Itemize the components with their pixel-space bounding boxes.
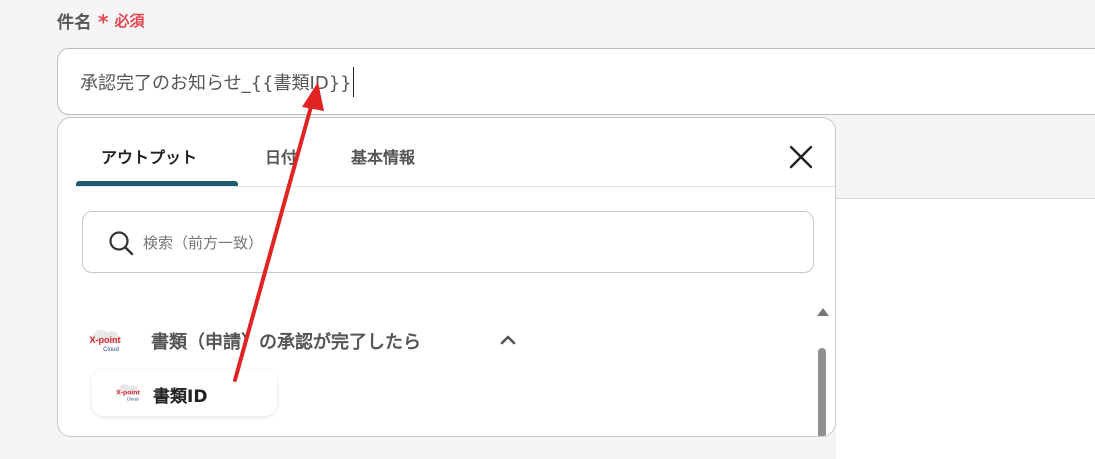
close-icon [789, 145, 813, 169]
output-item-label: 書類ID [153, 387, 208, 407]
search-icon [109, 231, 134, 256]
xpoint-logo-text: X-point [90, 335, 121, 345]
required-text: 必須 [114, 11, 145, 30]
tab-date[interactable]: 日付 [265, 144, 297, 168]
chevron-up-icon [500, 335, 516, 345]
tab-output[interactable]: アウトプット [101, 144, 197, 168]
section-title: 書類（申請）の承認が完了したら [151, 332, 421, 353]
close-button[interactable] [787, 143, 815, 171]
tab-basic-info[interactable]: 基本情報 [351, 144, 415, 168]
subject-input[interactable]: 承認完了のお知らせ_{{書類ID}} [57, 48, 1095, 115]
scrollbar-thumb[interactable] [818, 348, 826, 436]
subject-input-value: 承認完了のお知らせ_{{書類ID}} [80, 72, 352, 94]
xpoint-logo-subtext: Cloud [103, 347, 119, 353]
search-placeholder: 検索（前方一致） [143, 234, 264, 252]
active-tab-indicator [76, 181, 238, 186]
output-picker-dropdown: アウトプット 日付 基本情報 検索（前方一致） X-point Cloud 書類… [57, 117, 836, 437]
xpoint-logo: X-point Cloud [115, 384, 141, 401]
picker-tabs: アウトプット 日付 基本情報 [76, 118, 835, 187]
section-header-approval-complete[interactable]: X-point Cloud 書類（申請）の承認が完了したら [58, 316, 798, 366]
field-label-row: 件名 * 必須 [57, 6, 144, 34]
search-input[interactable]: 検索（前方一致） [82, 211, 814, 273]
field-label: 件名 [57, 12, 92, 33]
scroll-up-arrow-icon[interactable] [817, 308, 829, 316]
xpoint-logo-subtext: Cloud [127, 396, 139, 401]
text-caret [352, 66, 354, 97]
xpoint-logo-text: X-point [116, 389, 140, 396]
required-asterisk: * [98, 10, 109, 34]
xpoint-logo: X-point Cloud [89, 329, 122, 353]
output-item-document-id[interactable]: X-point Cloud 書類ID [92, 370, 277, 416]
background-panel [836, 198, 1095, 459]
